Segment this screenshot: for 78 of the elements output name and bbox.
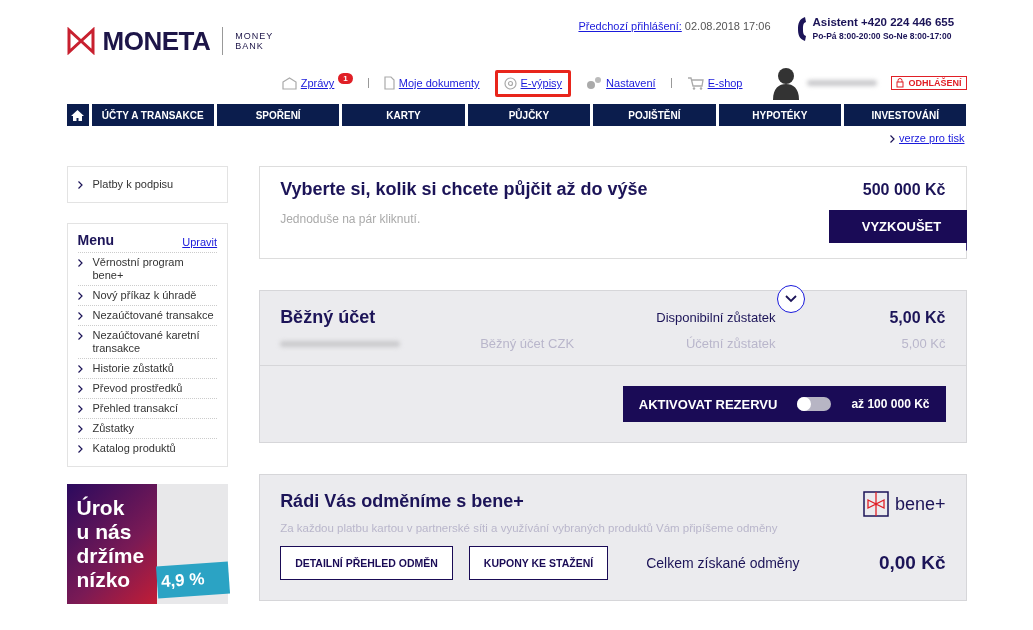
rewards-total-label: Celkem získané odměny <box>646 555 800 571</box>
nav-tab[interactable]: HYPOTÉKY <box>718 104 842 126</box>
offer-title: Vyberte si, kolik si chcete půjčit až do výše <box>280 179 648 200</box>
edit-link[interactable]: Upravit <box>182 236 218 248</box>
count-badge: 1 <box>338 72 353 84</box>
menu-item[interactable]: Převod prostředků <box>92 382 183 395</box>
chevron-down-icon <box>785 295 798 303</box>
logo-tagline: MONEY <box>235 31 274 41</box>
reserve-toggle[interactable] <box>797 397 832 411</box>
menu-item[interactable]: Nový příkaz k úhradě <box>92 289 197 302</box>
chevron-right-icon <box>77 332 83 340</box>
phone-icon <box>796 16 807 42</box>
chevron-right-icon <box>77 259 83 267</box>
balance-label: Disponibilní zůstatek <box>656 310 776 325</box>
banner-text: u nás <box>76 520 133 544</box>
header-link[interactable]: Moje dokumenty <box>398 77 480 89</box>
logo-tagline: BANK <box>235 41 265 51</box>
menu-item[interactable]: Katalog produktů <box>92 442 176 455</box>
at-sign-icon <box>503 76 517 90</box>
chevron-right-icon <box>77 425 83 433</box>
header-link[interactable]: Zprávy <box>300 77 335 89</box>
logo-name: MONETA <box>102 25 211 57</box>
menu-item[interactable]: Nezaúčtované transakce <box>92 309 214 322</box>
nav-tab[interactable]: POJIŠTĚNÍ <box>593 104 716 126</box>
header-link[interactable]: Nastavení <box>606 77 656 89</box>
sidebar-link[interactable]: Platby k podpisu <box>92 178 174 191</box>
nav-tab[interactable]: INVESTOVÁNÍ <box>844 104 967 126</box>
previous-login-link[interactable]: Předchozí přihlášení: <box>578 20 682 32</box>
print-version-link[interactable]: verze pro tisk <box>899 132 965 144</box>
offer-subtitle: Jednoduše na pár kliknutí. <box>280 212 421 226</box>
rewards-total: 0,00 Kč <box>878 552 946 574</box>
chevron-right-icon <box>77 365 83 373</box>
reserve-limit: až 100 000 Kč <box>851 397 930 411</box>
avatar-icon <box>771 66 802 100</box>
document-icon <box>383 76 395 90</box>
banner-text: držíme <box>76 544 146 568</box>
chevron-right-icon <box>77 405 83 413</box>
cart-icon <box>686 76 704 90</box>
try-button[interactable]: VYZKOUŠET <box>828 210 967 243</box>
banner-text: Úrok <box>76 496 126 520</box>
assistant-phone: Asistent +420 224 446 655 <box>812 16 955 28</box>
offer-amount: 500 000 Kč <box>862 180 946 199</box>
home-tab[interactable] <box>66 104 89 126</box>
available-balance: 5,00 Kč <box>888 308 946 327</box>
chevron-right-icon <box>77 385 83 393</box>
expand-button[interactable] <box>777 285 806 313</box>
account-name: Běžný účet <box>280 307 376 328</box>
previous-login-time: 02.08.2018 17:06 <box>684 20 771 32</box>
header-link[interactable]: E-shop <box>707 77 743 89</box>
menu-item[interactable]: Historie zůstatků <box>92 362 174 375</box>
menu-item[interactable]: Nezaúčtované karetní transakce <box>92 329 218 355</box>
logout-button[interactable]: ODHLÁŠENÍ <box>891 76 967 90</box>
logo-icon <box>66 27 95 55</box>
chevron-right-icon <box>890 135 896 143</box>
nav-tab[interactable]: PŮJČKY <box>467 104 591 126</box>
nav-tab[interactable]: KARTY <box>342 104 465 126</box>
home-icon <box>71 109 84 121</box>
lock-icon <box>896 78 905 88</box>
bene-logo-text: bene+ <box>894 493 946 515</box>
rewards-button[interactable]: KUPONY KE STAŽENÍ <box>468 546 609 580</box>
rewards-button[interactable]: DETAILNÍ PŘEHLED ODMĚN <box>280 546 453 580</box>
chevron-right-icon <box>77 292 83 300</box>
nav-tab[interactable]: ÚČTY A TRANSAKCE <box>91 104 214 126</box>
assistant-hours: Po-Pá 8:00-20:00 So-Ne 8:00-17:00 <box>812 31 953 41</box>
menu-item[interactable]: Věrnostní program bene+ <box>92 256 218 282</box>
menu-item[interactable]: Přehled transakcí <box>92 402 179 415</box>
blurred-username <box>807 80 878 86</box>
bene-logo-icon <box>862 491 889 517</box>
rate-label: 4,9 % <box>155 561 230 599</box>
chevron-right-icon <box>77 312 83 320</box>
menu-title: Menu <box>77 232 115 248</box>
banner-text: nízko <box>76 568 132 592</box>
nav-tab[interactable]: SPOŘENÍ <box>216 104 340 126</box>
chevron-right-icon <box>77 445 83 453</box>
reserve-label: AKTIVOVAT REZERVU <box>638 396 778 412</box>
menu-item[interactable]: Zůstatky <box>92 422 135 435</box>
rewards-title: Rádi Vás odměníme s bene+ <box>280 491 525 512</box>
chevron-right-icon <box>77 181 83 189</box>
